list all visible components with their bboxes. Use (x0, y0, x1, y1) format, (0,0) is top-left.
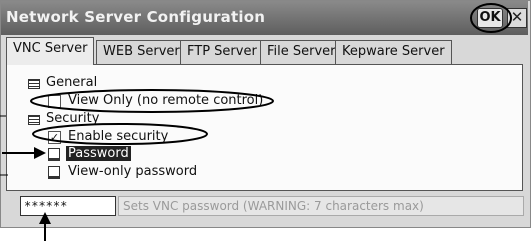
tab-vnc-server[interactable]: VNC Server (6, 37, 95, 65)
view-only-callout-ellipse (30, 89, 274, 113)
ok-callout-ellipse (470, 3, 512, 33)
enable-security-callout-ellipse (32, 123, 208, 145)
input-callout-arrowhead (39, 212, 51, 224)
password-callout-arrowhead (34, 147, 46, 159)
